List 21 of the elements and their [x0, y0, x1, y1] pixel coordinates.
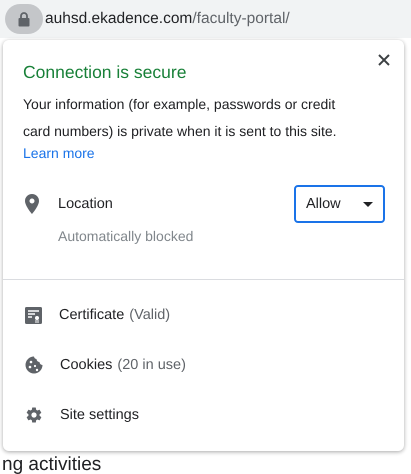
permission-dropdown[interactable]: Allow [294, 185, 385, 223]
caret-icon [363, 202, 373, 206]
location-pin-icon [25, 194, 39, 214]
menu-item[interactable]: Certificate (Valid) [3, 290, 404, 340]
site-info-button[interactable] [5, 4, 43, 34]
address-bar[interactable]: auhsd.ekadence.com/faculty-portal/ [0, 0, 411, 38]
lock-icon [18, 12, 30, 26]
permission-label: Location [58, 196, 114, 212]
description-text: Your information (for example, passwords or credit card numbers) is private when it is sent to this site. [22, 95, 338, 141]
permission-status: Automatically blocked [58, 228, 194, 244]
url-text: auhsd.ekadence.com/faculty-portal/ [45, 10, 290, 28]
close-icon [378, 54, 390, 66]
menu-item[interactable]: Cookies (20 in use) [3, 340, 404, 390]
cookie-icon [25, 356, 43, 374]
settings-icon [25, 406, 43, 424]
popup-title: Connection is secure [22, 62, 188, 83]
learn-more-link[interactable]: Learn more [23, 145, 95, 161]
certificate-icon [25, 306, 42, 324]
page-heading: ng activities [2, 455, 102, 474]
close-button[interactable] [376, 52, 392, 68]
menu-item[interactable]: Site settings [3, 390, 404, 440]
